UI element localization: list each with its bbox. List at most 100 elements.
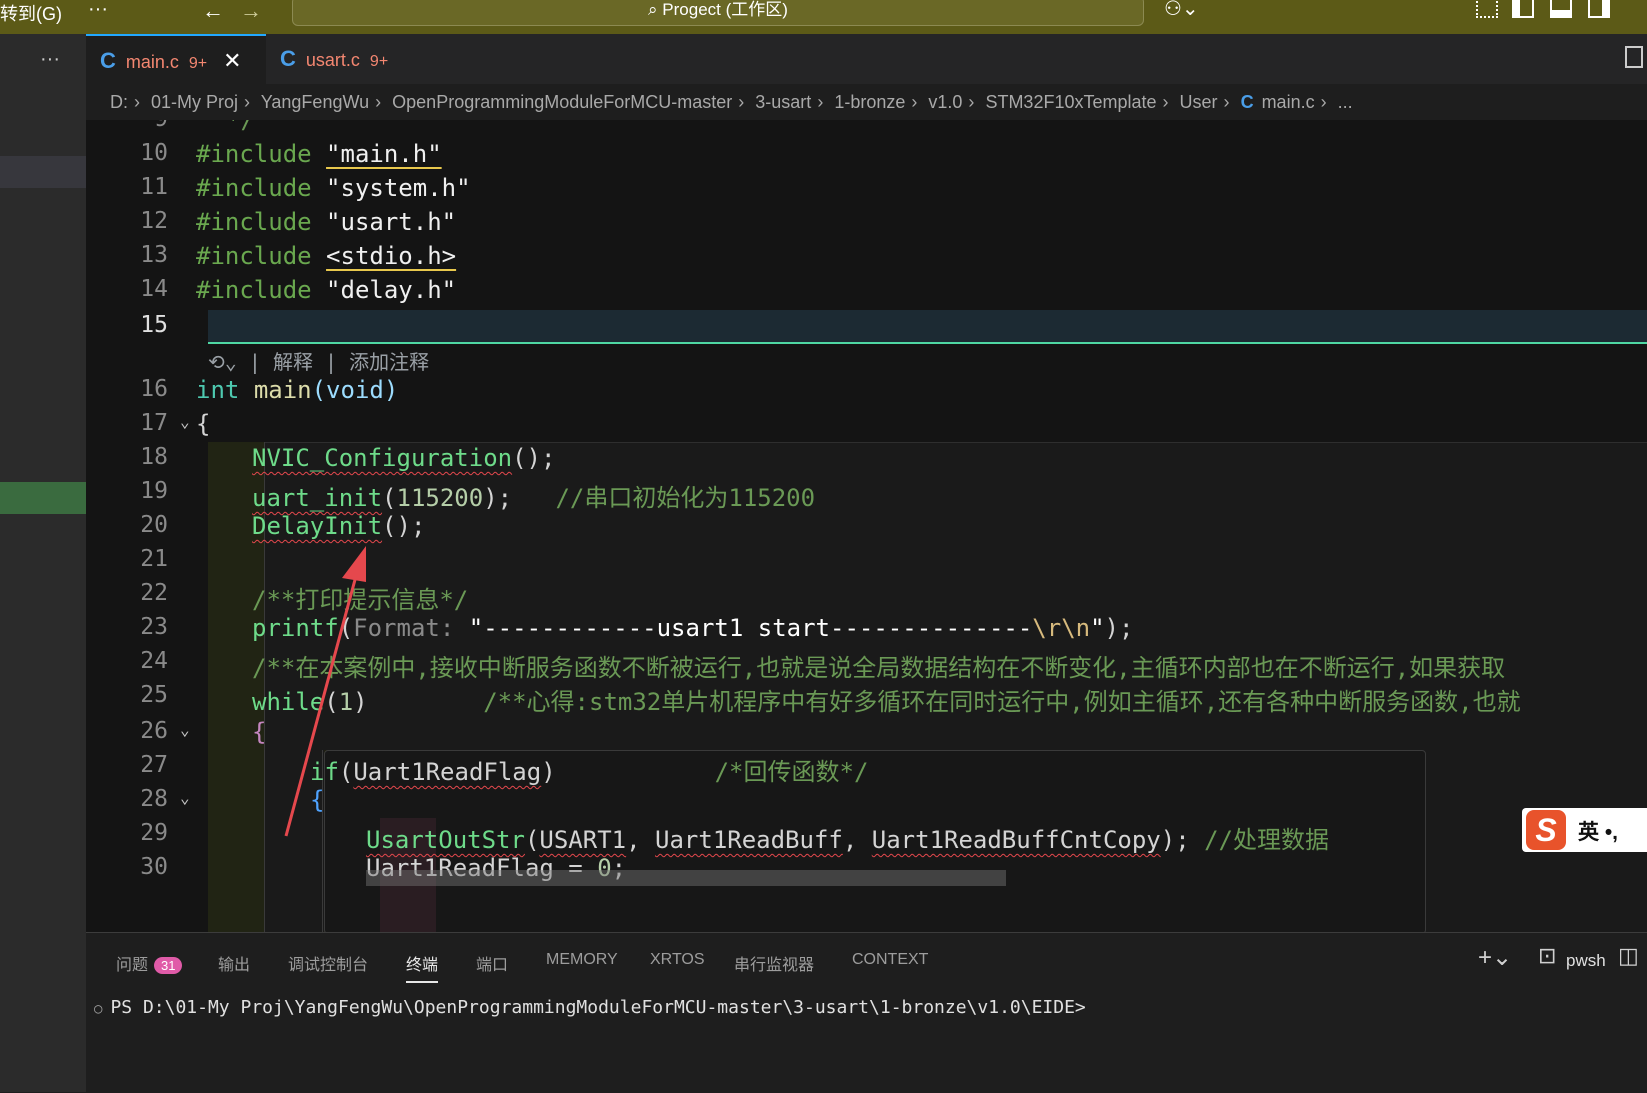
toggle-secondary-sidebar-icon[interactable]	[1588, 0, 1610, 18]
code-editor[interactable]: 9 10 11 12 13 14 15 16 17 18 19 20 21 22…	[86, 120, 1647, 932]
customize-layout-icon[interactable]	[1476, 0, 1498, 18]
code-comment: //处理数据	[1204, 826, 1330, 854]
breadcrumb-item[interactable]: 1-bronze	[834, 92, 905, 112]
punct: );	[483, 484, 513, 512]
problems-count-badge: 31	[154, 957, 183, 974]
workspace-name: Progect (工作区)	[662, 0, 788, 19]
argument: Uart1ReadBuffCntCopy	[871, 826, 1161, 854]
breadcrumb-item[interactable]: main.c	[1262, 92, 1315, 112]
breadcrumb-item[interactable]: 01-My Proj	[151, 92, 238, 112]
close-icon[interactable]: ✕	[223, 48, 241, 73]
tab-ports[interactable]: 端口	[476, 951, 508, 975]
tab-serial-monitor[interactable]: 串行监视器	[734, 951, 814, 975]
sidebar-item-selected[interactable]	[0, 482, 86, 514]
code-comment: /**心得:stm32单片机程序中有好多循环在同时运行中,例如主循环,还有各种中…	[483, 688, 1521, 716]
punct: );	[1104, 614, 1134, 642]
punct: ,	[626, 826, 641, 854]
views-more-icon[interactable]: ···	[40, 48, 60, 71]
breadcrumb-item[interactable]: v1.0	[928, 92, 962, 112]
search-icon: ⌕	[648, 0, 663, 19]
code-line: NVIC_Configuration();	[252, 444, 555, 472]
include-path: <stdio.h>	[326, 242, 457, 270]
preprocessor-directive: #include	[196, 174, 312, 202]
ime-indicator[interactable]: S 英 •,	[1522, 808, 1647, 852]
command-center-search[interactable]: ⌕ Progect (工作区)	[292, 0, 1144, 26]
punct: (	[524, 826, 540, 854]
annotation-arrow	[284, 546, 366, 837]
tab-label: 问题	[116, 957, 149, 974]
punct: )	[541, 758, 556, 786]
split-terminal-icon[interactable]: ◫	[1618, 943, 1639, 969]
fold-chevron-icon[interactable]: ⌄	[180, 788, 190, 807]
line-number: 18	[140, 444, 168, 470]
breadcrumb-item[interactable]: D:	[110, 92, 128, 112]
punct: ,	[842, 826, 858, 854]
line-number: 16	[140, 376, 168, 402]
forward-arrow-icon[interactable]: →	[240, 0, 262, 24]
tab-main-c[interactable]: Cmain.c 9+ ✕	[86, 34, 266, 84]
breadcrumb-item[interactable]: 3-usart	[755, 92, 811, 112]
codelens-explain-link[interactable]: | 解释	[249, 350, 313, 374]
escape-sequence: \r\n	[1032, 614, 1091, 642]
tab-debug-console[interactable]: 调试控制台	[288, 951, 368, 975]
code-line: #include "delay.h"	[196, 276, 456, 304]
argument: USART1	[539, 826, 627, 854]
line-number: 21	[140, 546, 168, 572]
preprocessor-directive: #include	[196, 140, 312, 168]
argument: Uart1ReadBuff	[655, 826, 843, 854]
code-comment: */	[226, 120, 255, 134]
fold-chevron-icon[interactable]: ⌄	[180, 720, 190, 739]
line-number: 12	[140, 208, 168, 234]
function-call: uart_init	[252, 484, 383, 512]
terminal-shell-icon[interactable]: ⊡	[1538, 943, 1556, 969]
new-terminal-button[interactable]: +⌄	[1478, 943, 1512, 972]
function-name: main	[253, 376, 312, 404]
back-arrow-icon[interactable]: ←	[202, 0, 224, 24]
sidebar-item-highlight[interactable]	[0, 156, 86, 188]
toggle-primary-sidebar-icon[interactable]	[1512, 0, 1534, 18]
breadcrumb-item[interactable]: STM32F10xTemplate	[985, 92, 1156, 112]
include-path: "system.h"	[326, 174, 471, 202]
terminal-prompt-line[interactable]: ○ PS D:\01-My Proj\YangFengWu\OpenProgram…	[94, 997, 1086, 1018]
more-menu-button[interactable]: ···	[88, 0, 108, 21]
copilot-icon[interactable]: ⚇⌄	[1164, 0, 1199, 21]
terminal-shell-name[interactable]: pwsh	[1566, 951, 1606, 971]
tab-memory[interactable]: MEMORY	[546, 951, 618, 969]
fold-chevron-icon[interactable]: ⌄	[180, 412, 190, 431]
breadcrumb-item[interactable]: OpenProgrammingModuleForMCU-master	[392, 92, 732, 112]
editor-actions-icon[interactable]	[1625, 46, 1643, 68]
terminal-text: PS D:\01-My Proj\YangFengWu\OpenProgramm…	[110, 997, 1086, 1018]
include-path: "usart.h"	[326, 208, 457, 236]
tab-xrtos[interactable]: XRTOS	[650, 951, 705, 969]
c-file-icon: C	[1240, 92, 1254, 112]
menu-goto[interactable]: 转到(G)	[0, 0, 62, 26]
bottom-panel: 问题 31 输出 调试控制台 终端 端口 MEMORY XRTOS 串行监视器 C…	[86, 932, 1647, 1093]
c-file-icon: C	[100, 48, 116, 73]
punct: );	[1160, 826, 1190, 854]
breadcrumb-item[interactable]: YangFengWu	[261, 92, 369, 112]
code-line: DelayInit();	[252, 512, 425, 540]
codelens-add-comment-link[interactable]: | 添加注释	[325, 350, 429, 374]
punct: ();	[382, 512, 426, 540]
tab-problems[interactable]: 问题 31	[116, 951, 183, 975]
code-line: while(1) /**心得:stm32单片机程序中有好多循环在同时运行中,例如…	[252, 682, 1521, 717]
breadcrumb-item[interactable]: ...	[1338, 92, 1353, 112]
line-number: 13	[140, 242, 168, 268]
code-line: #include "system.h"	[196, 174, 471, 202]
horizontal-scrollbar[interactable]	[366, 870, 1006, 886]
code-symbol-icon[interactable]: ⟲⌄	[208, 350, 237, 374]
tab-label: main.c	[125, 52, 179, 72]
tab-usart-c[interactable]: Cusart.c 9+	[266, 34, 446, 84]
code-comment: /**在本案例中,接收中断服务函数不断被运行,也就是说全局数据结构在不断变化,主…	[252, 654, 1506, 682]
tab-output[interactable]: 输出	[218, 951, 250, 975]
tab-context[interactable]: CONTEXT	[852, 951, 928, 969]
line-number: 11	[140, 174, 168, 200]
breadcrumb-item[interactable]: User	[1180, 92, 1218, 112]
code-line: if(Uart1ReadFlag) /*回传函数*/	[310, 752, 868, 787]
line-number: 25	[140, 682, 168, 708]
code-line: UsartOutStr(USART1, Uart1ReadBuff, Uart1…	[366, 820, 1329, 855]
include-path: "main.h"	[326, 140, 442, 168]
line-number: 24	[140, 648, 168, 674]
tab-terminal[interactable]: 终端	[406, 951, 439, 983]
toggle-panel-icon[interactable]	[1550, 0, 1572, 18]
